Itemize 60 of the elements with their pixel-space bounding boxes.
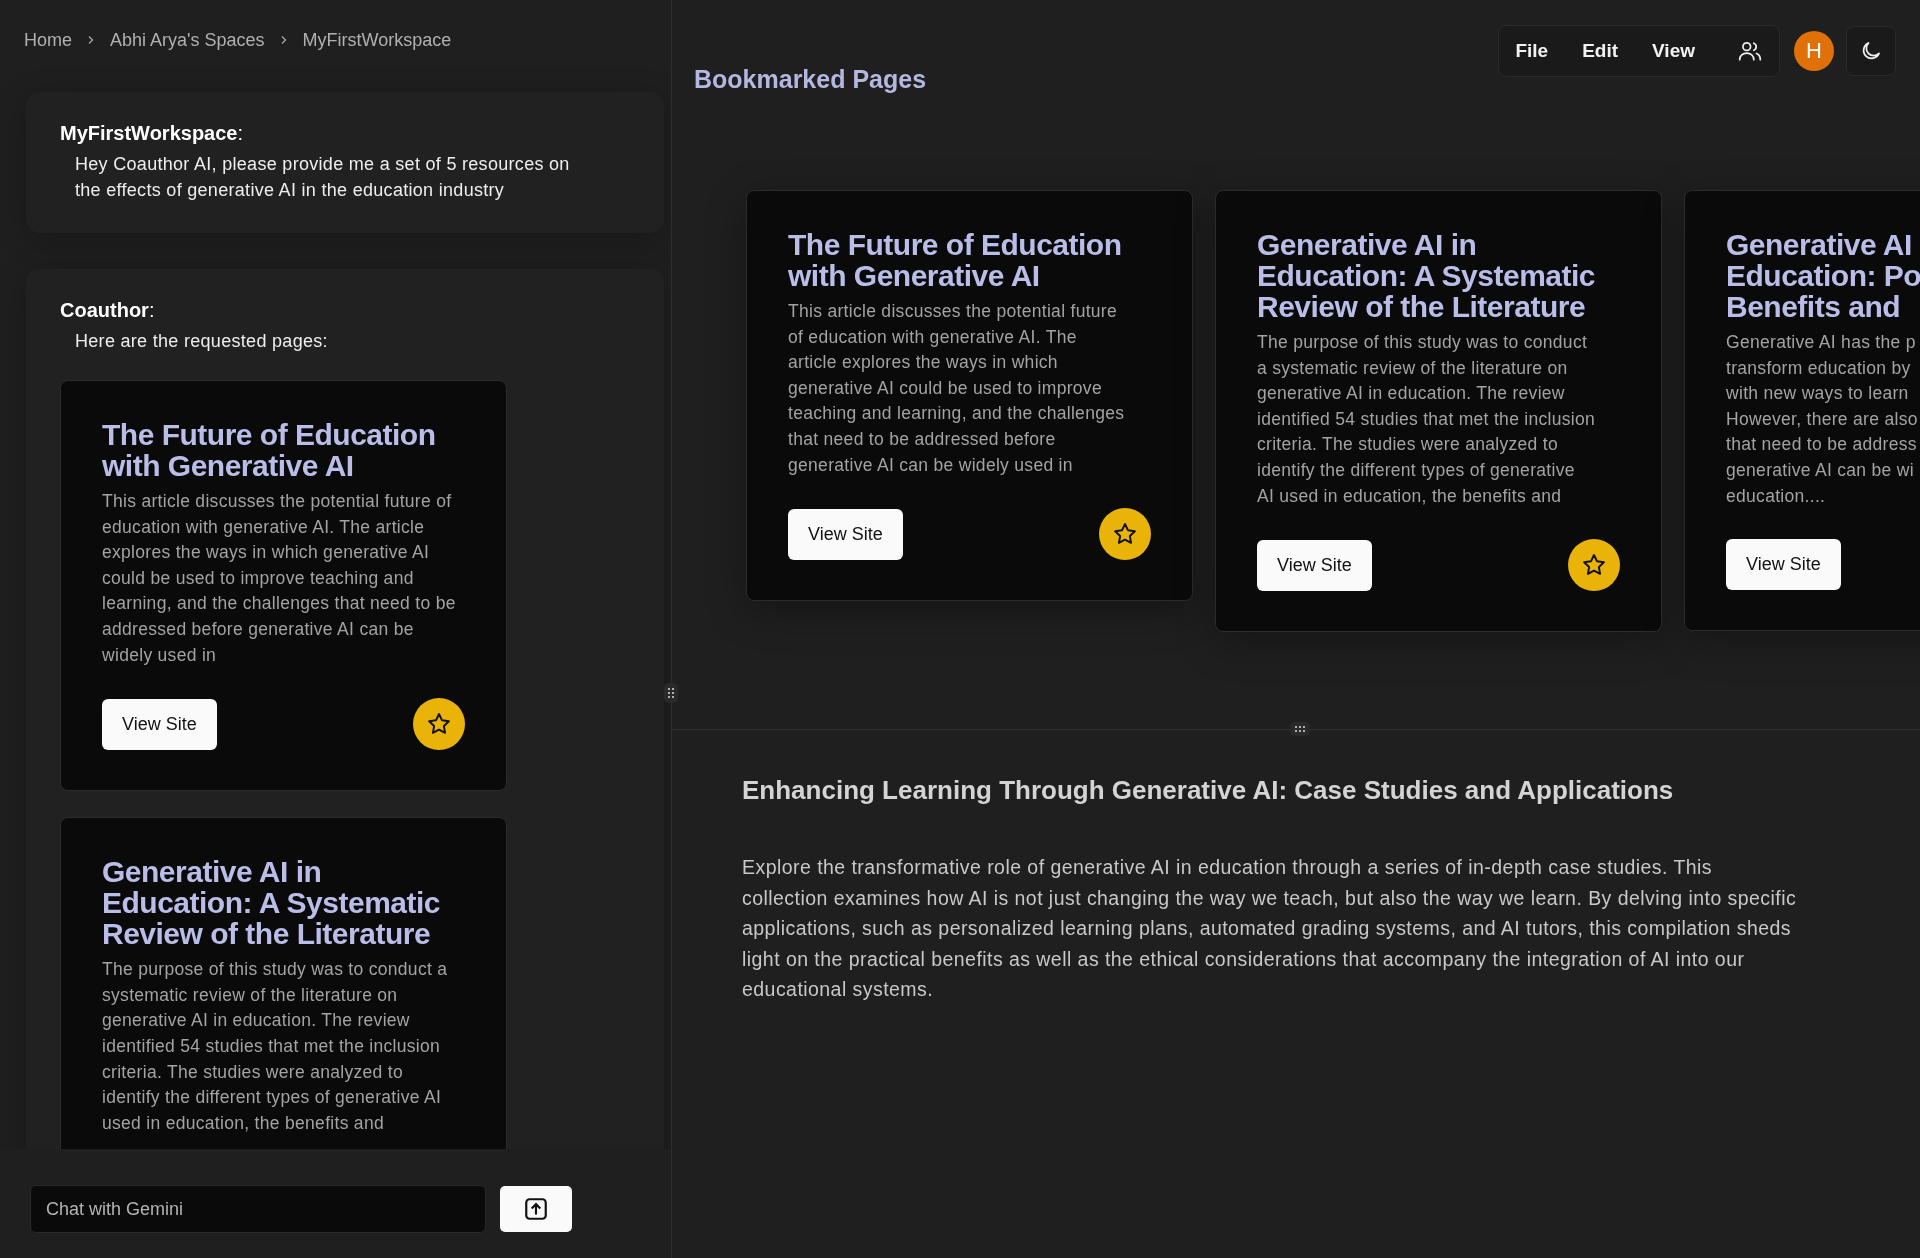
card-title: Benefits and [1726, 291, 1902, 322]
card-description: with new ways to learn [1726, 382, 1910, 406]
view-site-button[interactable]: View Site [102, 698, 217, 750]
card-description: However, there are also [1726, 407, 1919, 431]
chevron-icon [86, 35, 96, 45]
section-title: Bookmarked Pages [694, 65, 927, 94]
document-title: Enhancing Learning Through Generative AI: Case Studies and Applications [742, 775, 1675, 806]
bookmark-star-button[interactable] [1099, 508, 1151, 561]
card-description: generative AI can be widely used in [788, 453, 1074, 477]
view-site-button[interactable]: View Site [788, 508, 903, 560]
breadcrumb-link[interactable]: Home [24, 29, 72, 51]
menu-item[interactable]: View [1642, 40, 1705, 62]
breadcrumb-link[interactable]: Abhi Arya's Spaces [110, 29, 265, 51]
card-description: Generative AI has the p [1726, 331, 1917, 354]
card-description: identify the different types of generative [1257, 458, 1576, 482]
card-description: transform education by [1726, 356, 1912, 380]
bookmark-star-button[interactable] [413, 698, 465, 751]
card-description: a systematic review of the literature on [1257, 356, 1569, 380]
message-text: Hey Coauthor AI, please provide me a set of 5 resources on the effects of generative AI in the education industry [74, 153, 571, 202]
card-description: education.... [1726, 484, 1827, 508]
card-description: teaching and learning, and the challenges [788, 402, 1126, 426]
card-description: This article discusses the potential future of education with generative AI. The article explores the ways in which generative AI could be used to improve teaching and learning, and the challenges that need to be addressed before generative AI can be widely used in [102, 490, 457, 667]
card-title: with Generative AI [788, 260, 1041, 291]
menu-item[interactable]: File [1505, 40, 1559, 62]
chat-input[interactable]: Chat with Gemini [30, 1185, 486, 1233]
upload-icon [523, 1196, 549, 1222]
send-button[interactable] [500, 1186, 572, 1232]
card-title: Education: Po [1726, 260, 1920, 291]
card-description: The purpose of this study was to conduct [1257, 331, 1589, 354]
card-description: The purpose of this study was to conduct a systematic review of the literature on generative AI in education. The review identified 54 studies that met the inclusion criteria. The studies were analyzed to identify the different types of generative AI used in education, the benefits and [102, 958, 449, 1135]
dark-mode-button[interactable] [1846, 26, 1896, 76]
card-description: that need to be address [1726, 433, 1918, 457]
card-title: Generative AI in Education: A Systematic Review of the Literature [102, 856, 442, 950]
card-description: of education with generative AI. The [788, 325, 1078, 349]
bookmark-star-button[interactable] [1568, 539, 1620, 592]
card-description: criteria. The studies were analyzed to [1257, 433, 1559, 457]
message-author: MyFirstWorkspace: [60, 122, 245, 145]
view-site-button[interactable]: View Site [1257, 539, 1372, 591]
card-title: The Future of Education with Generative AI [102, 419, 437, 481]
document-body: Explore the transformative role of generative AI in education through a series of in-depth case studies. This collection examines how AI is not just changing the way we teach, but also the way we learn. By delving into specific applications, such as personalized learning plans, automated grading systems, and AI tutors, this compilation sheds light on the practical benefits as well as the ethical considerations that accompany the integration of AI into our educational systems. [742, 855, 1798, 1003]
card-description: generative AI could be used to improve [788, 376, 1103, 400]
message-text: Here are the requested pages: [74, 330, 329, 353]
breadcrumb-link[interactable]: MyFirstWorkspace [302, 29, 452, 51]
card-description: that need to be addressed before [788, 427, 1057, 451]
card-title: Review of the Literature [1257, 291, 1586, 322]
resize-handle[interactable] [1290, 722, 1310, 736]
resize-handle[interactable] [664, 683, 678, 703]
message-author: Coauthor: [60, 299, 156, 322]
menu-item[interactable]: Edit [1572, 40, 1629, 62]
card-description: AI used in education, the benefits and [1257, 484, 1563, 508]
card-description: identified 54 studies that met the inclusion [1257, 407, 1597, 431]
card-description: generative AI can be wi [1726, 458, 1915, 482]
card-description: generative AI in education. The review [1257, 382, 1566, 406]
card-title: Generative AI in [1257, 229, 1478, 260]
card-title: Generative AI [1726, 229, 1913, 260]
card-title: The Future of Education [788, 229, 1123, 260]
card-description: This article discusses the potential future [788, 300, 1119, 323]
card-description: article explores the ways in which [788, 351, 1059, 375]
card-title: Education: A Systematic [1257, 260, 1597, 291]
view-site-button[interactable]: View Site [1726, 539, 1841, 591]
